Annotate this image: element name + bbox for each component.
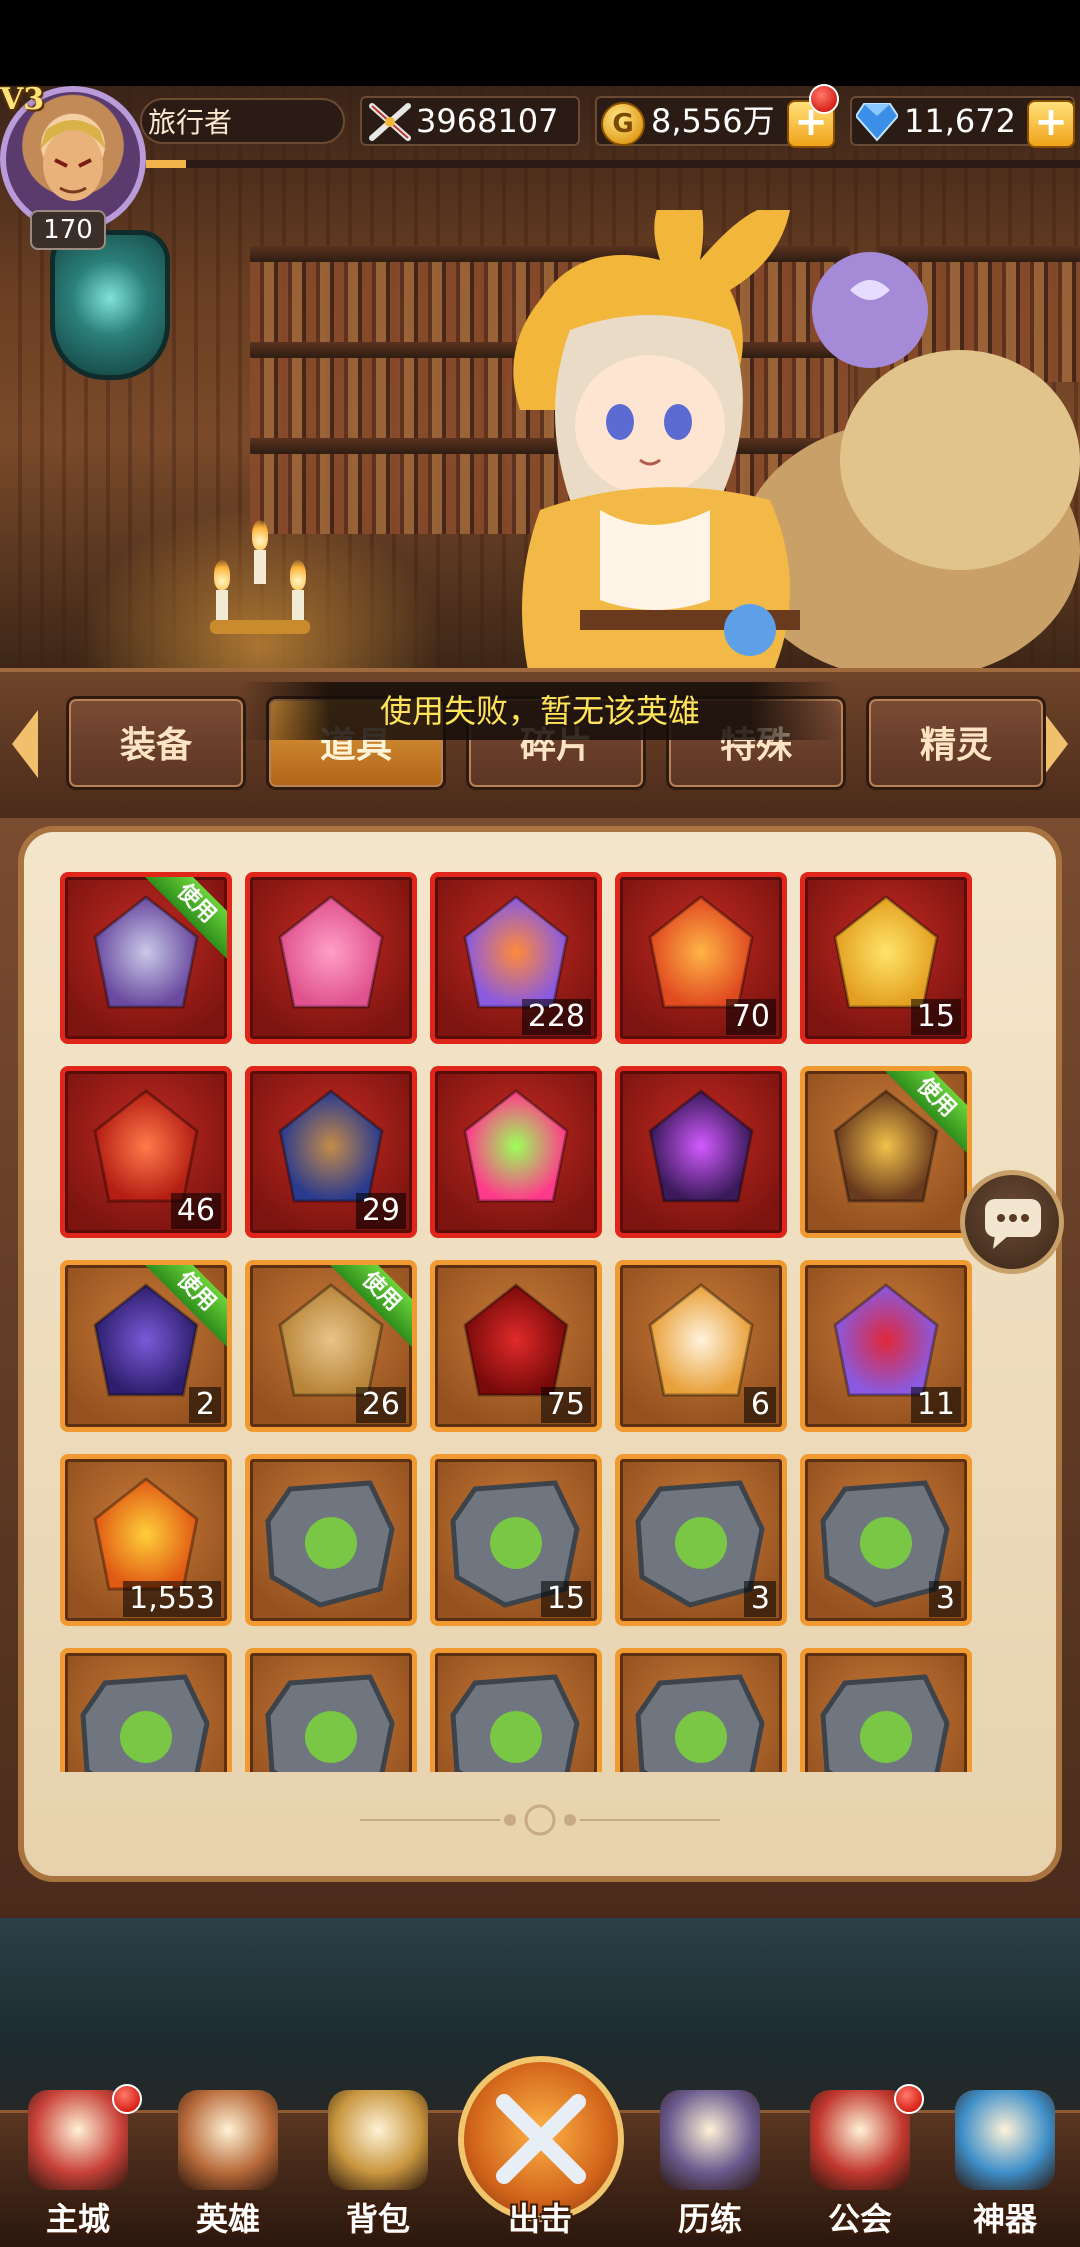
inventory-slot[interactable]: 75 xyxy=(430,1260,602,1432)
gold-value: 8,556万 xyxy=(651,102,775,140)
inventory-slot[interactable]: 使用 xyxy=(60,872,232,1044)
arrow-left-icon[interactable] xyxy=(12,710,38,778)
notification-dot xyxy=(112,2084,142,2114)
gem-currency: 11,672 + xyxy=(850,96,1075,148)
nav-training-icon xyxy=(660,2090,760,2190)
lantern-icon xyxy=(50,230,170,380)
inventory-slot[interactable]: 228 xyxy=(430,872,602,1044)
item-count: 11 xyxy=(910,1387,961,1423)
nav-label: 主城 xyxy=(45,2200,110,2238)
nav-attack[interactable]: 出击 xyxy=(458,2056,624,2240)
nav-label: 公会 xyxy=(827,2200,892,2238)
nav-guild[interactable]: 公会 xyxy=(790,2084,930,2240)
inventory-slot[interactable]: 3 xyxy=(615,1454,787,1626)
item-count: 15 xyxy=(540,1581,591,1617)
gold-currency: G 8,556万 + xyxy=(595,84,839,148)
rune-shield-icon xyxy=(265,1480,395,1608)
nav-label: 历练 xyxy=(677,2200,742,2238)
inventory-slot[interactable]: 3 xyxy=(800,1454,972,1626)
item-count: 3 xyxy=(929,1581,961,1617)
chat-button[interactable] xyxy=(960,1170,1064,1274)
nav-label: 神器 xyxy=(972,2200,1037,2238)
item-count: 15 xyxy=(910,999,961,1035)
nav-backpack[interactable]: 背包 xyxy=(308,2090,448,2240)
inventory-slot[interactable] xyxy=(245,1648,417,1772)
rune-star-icon xyxy=(265,1674,395,1772)
decorative-divider-icon xyxy=(360,1804,720,1836)
item-count: 29 xyxy=(355,1193,406,1229)
combat-power-value: 3968107 xyxy=(416,102,559,140)
nav-heroes[interactable]: 英雄 xyxy=(158,2090,298,2240)
inventory-slot[interactable]: 11 xyxy=(800,1260,972,1432)
avatar-portrait-icon xyxy=(40,120,106,201)
add-gems-button[interactable]: + xyxy=(1027,100,1075,148)
exp-bar-fill xyxy=(146,160,186,168)
hero-illustration xyxy=(513,210,1080,680)
rainbow-helmet-icon xyxy=(463,1089,569,1203)
player-name[interactable]: 旅行者 xyxy=(140,98,345,144)
item-count: 75 xyxy=(540,1387,591,1423)
purple-helmet-icon xyxy=(648,1089,754,1203)
rune-blade-icon xyxy=(820,1674,950,1772)
nav-label: 背包 xyxy=(345,2200,410,2238)
inventory-slot[interactable] xyxy=(615,1648,787,1772)
item-count: 6 xyxy=(744,1387,776,1423)
inventory-slot[interactable]: 1,553 xyxy=(60,1454,232,1626)
tab-equipment[interactable]: 装备 xyxy=(66,696,246,790)
inventory-grid: 使用 228 70 15 46 29 使用使用 2 使用 26 75 6 11 1,553 15 3 3 xyxy=(60,872,1020,1772)
item-count: 3 xyxy=(744,1581,776,1617)
combat-power: 3968107 xyxy=(360,96,580,146)
inventory-slot[interactable]: 29 xyxy=(245,1066,417,1238)
inventory-slot[interactable]: 15 xyxy=(430,1454,602,1626)
item-count: 26 xyxy=(355,1387,406,1423)
gold-coin-icon: G xyxy=(601,102,645,146)
inventory-slot[interactable]: 6 xyxy=(615,1260,787,1432)
inventory-slot[interactable]: 使用 2 xyxy=(60,1260,232,1432)
inventory-slot[interactable]: 使用 xyxy=(800,1066,972,1238)
inventory-slot[interactable]: 70 xyxy=(615,872,787,1044)
exp-bar xyxy=(146,160,1080,168)
inventory-slot[interactable] xyxy=(430,1648,602,1772)
notification-dot xyxy=(809,84,839,114)
rune-serpent-icon xyxy=(80,1674,210,1772)
vip-badge: V3 xyxy=(0,82,45,117)
crossed-swords-icon xyxy=(369,103,411,141)
nav-artifacts[interactable]: 神器 xyxy=(935,2090,1075,2240)
nav-training[interactable]: 历练 xyxy=(640,2090,780,2240)
status-strip xyxy=(0,0,1080,86)
candelabra-icon xyxy=(200,520,320,650)
rune-boot-icon xyxy=(635,1674,765,1772)
inventory-slot[interactable] xyxy=(245,872,417,1044)
toast-message: 使用失败，暂无该英雄 xyxy=(240,682,840,740)
nav-heroes-icon xyxy=(178,2090,278,2190)
inventory-slot[interactable] xyxy=(800,1648,972,1772)
nav-backpack-icon xyxy=(328,2090,428,2190)
inventory-slot[interactable] xyxy=(60,1648,232,1772)
nav-artifacts-icon xyxy=(955,2090,1055,2190)
nav-label: 出击 xyxy=(507,2200,572,2238)
inventory-slot[interactable]: 15 xyxy=(800,872,972,1044)
inventory-slot[interactable] xyxy=(245,1454,417,1626)
inventory-slot[interactable]: 使用 26 xyxy=(245,1260,417,1432)
item-count: 228 xyxy=(521,999,591,1035)
rune-leaf-icon xyxy=(450,1674,580,1772)
notification-dot xyxy=(894,2084,924,2114)
item-count: 70 xyxy=(725,999,776,1035)
gem-value: 11,672 xyxy=(904,102,1016,140)
player-level: 170 xyxy=(30,210,106,250)
pink-crystal-icon xyxy=(278,895,384,1009)
tab-spirits[interactable]: 精灵 xyxy=(866,696,1046,790)
inventory-slot[interactable] xyxy=(615,1066,787,1238)
item-count: 1,553 xyxy=(123,1581,221,1617)
item-count: 46 xyxy=(170,1193,221,1229)
diamond-icon xyxy=(856,103,898,142)
item-count: 2 xyxy=(189,1387,221,1423)
nav-main-city[interactable]: 主城 xyxy=(8,2084,148,2240)
inventory-slot[interactable]: 46 xyxy=(60,1066,232,1238)
nav-label: 英雄 xyxy=(195,2200,260,2238)
chat-bubble-icon xyxy=(985,1199,1041,1249)
inventory-slot[interactable] xyxy=(430,1066,602,1238)
